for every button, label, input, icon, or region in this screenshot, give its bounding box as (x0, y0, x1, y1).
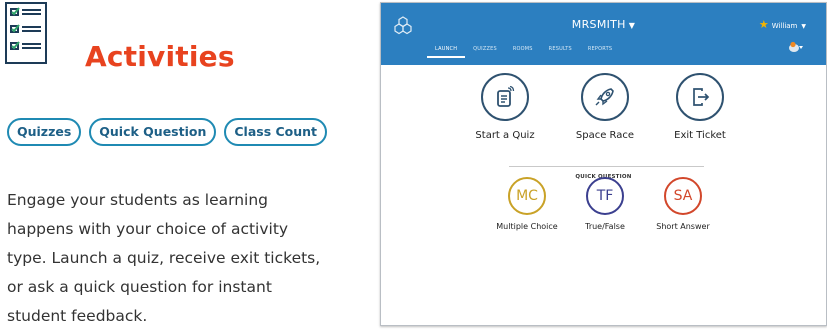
rocket-icon (595, 88, 614, 106)
space-race-label: Space Race (575, 130, 635, 141)
short-answer-tile[interactable]: SA Short Answer (648, 177, 718, 231)
tab-quizzes[interactable]: QUIZZES (465, 46, 505, 58)
space-race-button[interactable] (581, 73, 629, 121)
activities-heading: Activities (85, 40, 235, 73)
user-menu[interactable]: ★ William ▼ (759, 18, 806, 31)
tab-results[interactable]: RESULTS (541, 46, 580, 58)
exit-ticket-tile[interactable]: Exit Ticket (667, 73, 733, 141)
exit-ticket-label: Exit Ticket (674, 130, 726, 141)
short-answer-button[interactable]: SA (664, 177, 702, 215)
app-header: MRSMITH ▼ ★ William ▼ LAUNCH QUIZZES ROOMS … (381, 3, 826, 65)
app-tabs: LAUNCH QUIZZES ROOMS RESULTS REPORTS (427, 46, 620, 58)
chevron-down-icon: ▼ (801, 23, 806, 30)
quiz-document-icon (497, 85, 515, 107)
tab-launch[interactable]: LAUNCH (427, 46, 466, 58)
star-icon: ★ (758, 18, 769, 31)
true-false-button[interactable]: TF (586, 177, 624, 215)
true-false-tile[interactable]: TF True/False (570, 177, 640, 231)
activity-tags: Quizzes Quick Question Class Count (7, 118, 328, 146)
multiple-choice-button[interactable]: MC (508, 177, 546, 215)
activities-description: Engage your students as learning happens… (7, 191, 321, 325)
exit-door-icon (693, 88, 710, 106)
tag-quick-question[interactable]: Quick Question (89, 118, 217, 146)
tag-quizzes[interactable]: Quizzes (7, 118, 82, 146)
tab-rooms[interactable]: ROOMS (505, 46, 541, 58)
start-quiz-tile[interactable]: Start a Quiz (472, 73, 538, 141)
checklist-icon (5, 2, 47, 64)
short-answer-label: Short Answer (656, 222, 710, 231)
space-race-tile[interactable]: Space Race (572, 73, 638, 141)
multiple-choice-label: Multiple Choice (496, 222, 558, 231)
tag-class-count[interactable]: Class Count (224, 118, 328, 146)
cloud-status-icon[interactable] (788, 41, 804, 53)
teacher-name: MRSMITH (571, 18, 626, 31)
multiple-choice-tile[interactable]: MC Multiple Choice (492, 177, 562, 231)
user-name: William (771, 22, 798, 30)
start-quiz-label: Start a Quiz (475, 130, 535, 141)
quiz-button[interactable] (481, 73, 529, 121)
chevron-down-icon: ▼ (628, 21, 636, 30)
tab-reports[interactable]: REPORTS (580, 46, 620, 58)
app-screenshot: MRSMITH ▼ ★ William ▼ LAUNCH QUIZZES ROOMS … (380, 2, 827, 326)
exit-ticket-button[interactable] (676, 73, 724, 121)
true-false-label: True/False (585, 222, 625, 231)
